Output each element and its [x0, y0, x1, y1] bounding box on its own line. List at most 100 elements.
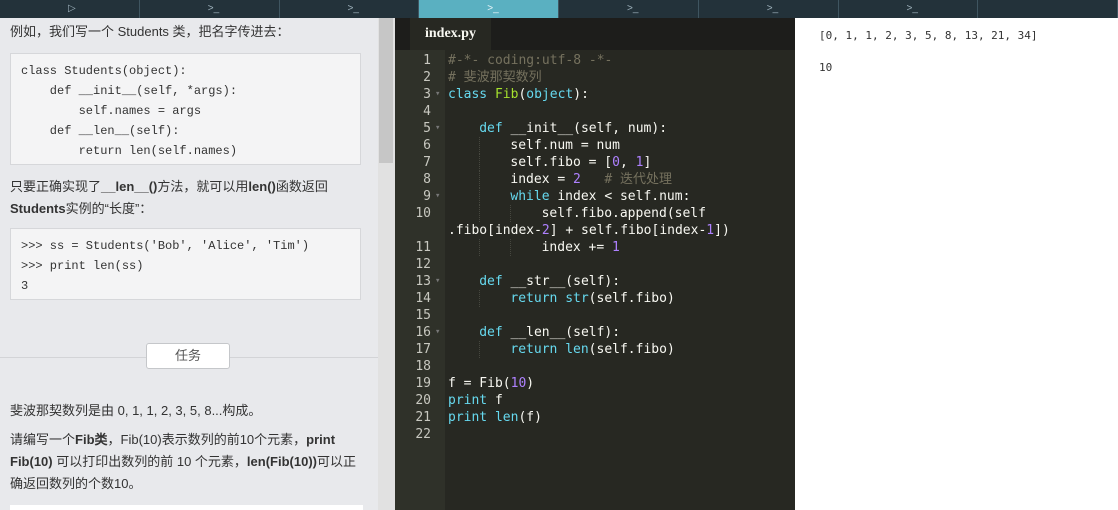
lesson-panel: 例如，我们写一个 Students 类，把名字传进去： class Studen…	[0, 18, 378, 510]
line-number: 13	[415, 274, 431, 289]
top-tab-5[interactable]: >_	[559, 0, 699, 18]
code-editor[interactable]: index.py 1 #-*- coding:utf-8 -*- 2 # 斐波那契数列…	[395, 18, 795, 510]
terminal-icon: >_	[766, 3, 779, 14]
code-token: # 斐波那契数列	[448, 70, 542, 85]
indent-guide	[479, 188, 481, 205]
top-tab-4[interactable]: >_	[419, 0, 559, 18]
lesson-scrollbar-thumb[interactable]	[379, 18, 393, 163]
line-number: 1	[423, 53, 431, 68]
code-token: f	[487, 393, 503, 408]
line-number: 20	[415, 393, 431, 408]
code-line: 5 ▾ def __init__(self, num):	[395, 120, 795, 137]
code-text: class Fib(object):	[448, 86, 589, 103]
code-line: 12	[395, 256, 795, 273]
indent-guide	[479, 341, 481, 358]
code-area[interactable]: 1 #-*- coding:utf-8 -*- 2 # 斐波那契数列 3 ▾ class F…	[395, 50, 795, 510]
terminal-icon: >_	[207, 3, 220, 14]
file-tab-index-py[interactable]: index.py	[410, 18, 491, 50]
code-token: 2	[541, 223, 550, 238]
line-number: 22	[415, 427, 431, 442]
code-token: index =	[510, 172, 574, 187]
code-token: str	[565, 291, 589, 306]
code-line: 11 index += 1	[395, 239, 795, 256]
top-tab-3[interactable]: >_	[280, 0, 420, 18]
code-token: len	[494, 410, 519, 425]
code-token: 1	[706, 223, 715, 238]
code-token: def	[479, 325, 503, 340]
code-token: return	[510, 291, 558, 306]
code-token: # 迭代处理	[604, 172, 672, 187]
code-line: 20 print f	[395, 392, 795, 409]
fold-arrow-icon[interactable]: ▾	[435, 324, 440, 341]
code-text: # 斐波那契数列	[448, 69, 542, 86]
code-line: 2 # 斐波那契数列	[395, 69, 795, 86]
code-token: index +=	[541, 240, 613, 255]
top-tab-2[interactable]: >_	[140, 0, 280, 18]
code-token: ):	[573, 87, 589, 102]
code-text: self.num = num	[510, 137, 620, 154]
code-token: ])	[714, 223, 730, 238]
top-tab-8[interactable]	[978, 0, 1118, 18]
code-token: (self.fibo)	[588, 342, 675, 357]
editor-tab-bar: index.py	[395, 18, 795, 50]
indent-guide	[479, 239, 481, 256]
code-text: def __len__(self):	[479, 324, 620, 341]
code-text: return str(self.fibo)	[510, 290, 674, 307]
code-token: ] + self.fibo[index-	[549, 223, 707, 238]
indent-guide	[479, 171, 481, 188]
code-token: Fib	[494, 87, 519, 102]
code-token: ,	[619, 155, 636, 170]
answer-box-edge	[10, 505, 363, 510]
code-text: print f	[448, 392, 503, 409]
lesson-intro: 例如，我们写一个 Students 类，把名字传进去：	[10, 24, 290, 39]
line-number: 9	[423, 189, 431, 204]
task-button[interactable]: 任务	[146, 343, 230, 369]
top-tab-1[interactable]: ▷	[0, 0, 140, 18]
indent-guide	[479, 290, 481, 307]
code-text: .fibo[index-2] + self.fibo[index-1])	[448, 222, 730, 239]
code-line: 22	[395, 426, 795, 443]
code-text: #-*- coding:utf-8 -*-	[448, 52, 612, 69]
line-number: 11	[415, 240, 431, 255]
lesson-scrollbar[interactable]	[378, 18, 395, 510]
code-text: def __init__(self, num):	[479, 120, 667, 137]
line-number: 8	[423, 172, 431, 187]
code-line: 4	[395, 103, 795, 120]
code-example-len: >>> ss = Students('Bob', 'Alice', 'Tim')…	[10, 228, 361, 300]
code-token: )	[526, 376, 535, 391]
code-token: print	[448, 393, 488, 408]
line-number: 2	[423, 70, 431, 85]
indent-guide	[510, 205, 512, 222]
code-token: (self.fibo)	[588, 291, 675, 306]
line-number: 3	[423, 87, 431, 102]
code-token: 10	[510, 376, 527, 391]
terminal-icon: >_	[627, 3, 639, 14]
fold-arrow-icon[interactable]: ▾	[435, 86, 440, 103]
output-line: [0, 1, 1, 2, 3, 5, 8, 13, 21, 34]	[819, 29, 1038, 42]
code-token: ]	[643, 155, 652, 170]
top-tab-6[interactable]: >_	[699, 0, 839, 18]
code-token: return	[510, 342, 558, 357]
code-line: 15	[395, 307, 795, 324]
run-icon: ▷	[68, 3, 76, 14]
code-token: object	[526, 87, 574, 102]
top-tab-strip: ▷ >_ >_ >_ >_ >_ >_	[0, 0, 1118, 18]
fold-arrow-icon[interactable]: ▾	[435, 273, 440, 290]
code-line: 8 index = 2 # 迭代处理	[395, 171, 795, 188]
code-line: 1 #-*- coding:utf-8 -*-	[395, 52, 795, 69]
code-token: class	[448, 87, 488, 102]
indent-guide	[479, 137, 481, 154]
code-token: 2	[573, 172, 581, 187]
code-text: f = Fib(10)	[448, 375, 534, 392]
code-token: 1	[612, 240, 620, 255]
code-text: return len(self.fibo)	[510, 341, 674, 358]
line-number: 5	[423, 121, 431, 136]
fold-arrow-icon[interactable]: ▾	[435, 120, 440, 137]
fold-arrow-icon[interactable]: ▾	[435, 188, 440, 205]
top-tab-7[interactable]: >_	[839, 0, 979, 18]
line-number: 7	[423, 155, 431, 170]
terminal-icon: >_	[487, 3, 499, 14]
